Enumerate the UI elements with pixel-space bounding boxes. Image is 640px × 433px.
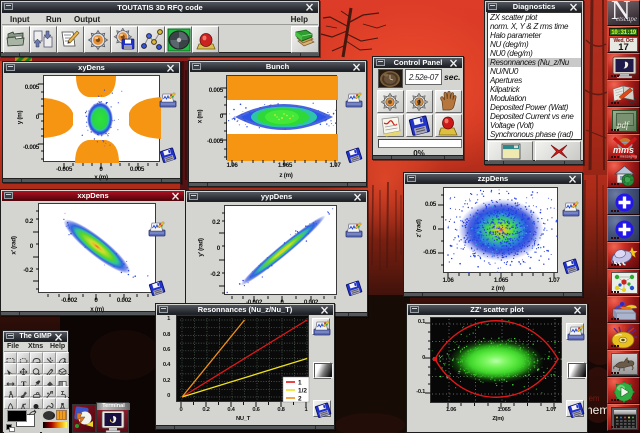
svg-text:mms: mms <box>613 145 634 155</box>
svg-text:1: 1 <box>417 98 421 107</box>
svg-text:1: 1 <box>298 380 302 387</box>
svg-text:messaging: messaging <box>620 155 637 159</box>
svg-text:1/2: 1/2 <box>298 388 307 395</box>
svg-text:hem: hem <box>586 403 609 417</box>
